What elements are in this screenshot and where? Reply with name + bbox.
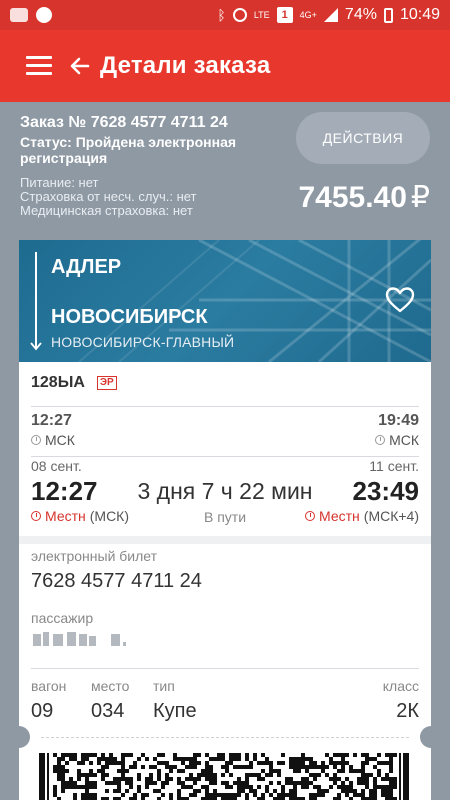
e-registration-badge: ЭР	[96, 376, 117, 390]
back-arrow-icon[interactable]	[68, 54, 92, 78]
order-options: Питание: нет Страховка от несч. случ.: н…	[20, 176, 197, 218]
type-block: тип Купе	[153, 678, 197, 723]
departure-city: АДЛЕР	[51, 256, 122, 278]
arrival-station: НОВОСИБИРСК-ГЛАВНЫЙ	[51, 334, 235, 350]
passenger-name-blurred	[33, 632, 126, 646]
arrival-msk-tz: МСК	[375, 432, 419, 448]
arrival-tz: (МСК+4)	[363, 508, 419, 524]
class-value: 2К	[396, 700, 419, 722]
status-bar: ᛒ LTE 1 4G+ 74% 10:49	[0, 0, 450, 30]
arrow-down-icon	[30, 342, 42, 351]
menu-icon[interactable]	[26, 56, 52, 76]
heart-icon[interactable]	[385, 286, 415, 314]
ticket-notch-left	[8, 726, 30, 748]
departure-msk-tz: МСК	[31, 432, 75, 448]
place-block: место 034	[91, 678, 129, 723]
train-info: 128ЫА ЭР	[31, 374, 117, 392]
lte-label: LTE	[253, 9, 270, 20]
signal-icon	[323, 8, 338, 22]
e-ticket-label: электронный билет	[31, 548, 158, 564]
local-label: Местн	[319, 508, 360, 524]
app-notification-icon	[36, 7, 52, 23]
route-line	[35, 252, 37, 348]
class-block: класс 2К	[383, 678, 419, 723]
arrival-msk-time: 19:49	[378, 412, 419, 429]
departure-date: 08 сент.	[31, 458, 82, 474]
clock-icon	[305, 511, 316, 521]
arrival-local-time: 23:49	[352, 476, 420, 506]
clock-time: 10:49	[399, 6, 440, 23]
tear-line	[41, 737, 409, 738]
price-value: 7455.40	[298, 180, 407, 214]
clock-icon	[375, 435, 386, 445]
moscow-times: 12:27 19:49 МСК МСК	[31, 410, 419, 452]
option-accident-insurance: Страховка от несч. случ.: нет	[20, 189, 197, 204]
clock-icon	[31, 435, 41, 445]
local-times: 08 сент. 11 сент. 12:27 3 дня 7 ч 22 мин…	[31, 456, 419, 528]
battery-icon	[383, 7, 393, 23]
sim-icon: 1	[276, 7, 293, 23]
msk-label: МСК	[45, 432, 75, 448]
place-label: место	[91, 678, 130, 694]
option-medical-insurance: Медицинская страховка: нет	[20, 203, 193, 218]
seat-info: вагон 09 место 034 тип Купе класс 2К	[31, 678, 419, 738]
notification-icon	[10, 8, 28, 22]
train-number: 128ЫА	[31, 374, 85, 391]
route-banner: АДЛЕР НОВОСИБИРСК НОВОСИБИРСК-ГЛАВНЫЙ	[19, 240, 431, 362]
currency-sign: ₽	[410, 181, 430, 214]
order-number: Заказ № 7628 4577 4711 24	[20, 114, 228, 131]
actions-button[interactable]: ДЕЙСТВИЯ	[296, 112, 430, 164]
type-value: Купе	[153, 700, 197, 722]
app-bar: Детали заказа	[0, 30, 450, 102]
ticket-notch-right	[420, 726, 442, 748]
arrival-date: 11 сент.	[369, 458, 419, 474]
msk-label: МСК	[389, 432, 419, 448]
wagon-label: вагон	[31, 678, 67, 694]
passenger-label: пассажир	[31, 610, 94, 626]
wagon-block: вагон 09	[31, 678, 66, 723]
arrival-city: НОВОСИБИРСК	[51, 306, 208, 328]
departure-msk-time: 12:27	[31, 412, 72, 429]
divider	[31, 406, 419, 407]
place-value: 034	[91, 700, 125, 722]
alarm-icon	[232, 8, 247, 22]
ticket-barcode	[39, 753, 409, 800]
order-status: Статус: Пройдена электронная регистрация	[20, 134, 237, 166]
order-price: 7455.40 ₽	[298, 180, 430, 215]
arrival-local-tz: Местн (МСК+4)	[305, 508, 419, 524]
class-label: класс	[382, 678, 419, 694]
ticket-card: АДЛЕР НОВОСИБИРСК НОВОСИБИРСК-ГЛАВНЫЙ 12…	[19, 240, 431, 800]
option-meal: Питание: нет	[20, 175, 99, 190]
order-header: Заказ № 7628 4577 4711 24 Статус: Пройде…	[0, 102, 450, 230]
divider	[31, 668, 419, 669]
bluetooth-icon: ᛒ	[217, 7, 226, 23]
type-label: тип	[153, 678, 175, 694]
e-ticket-number: 7628 4577 4711 24	[31, 570, 202, 592]
page-title: Детали заказа	[100, 52, 271, 79]
network-4g-label: 4G+	[299, 9, 317, 20]
section-spacer	[19, 536, 431, 544]
battery-percent: 74%	[344, 6, 377, 23]
wagon-value: 09	[31, 700, 54, 722]
